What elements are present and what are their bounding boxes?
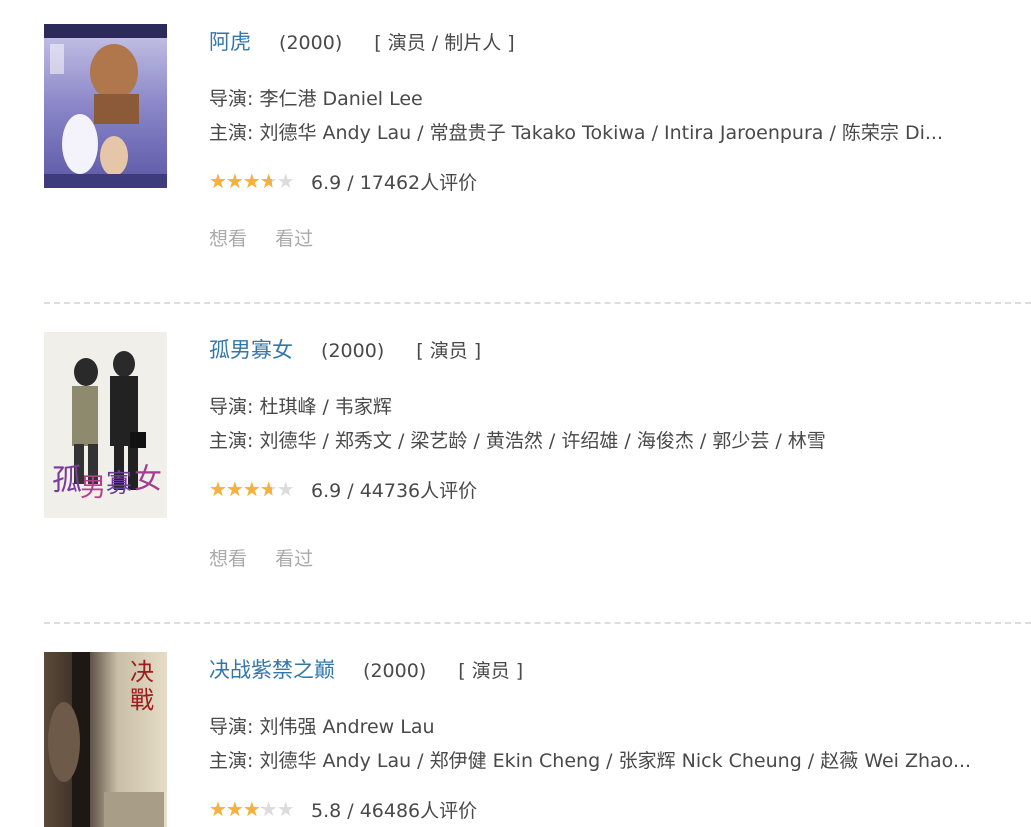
rating-stars-icon: ★★★★★★★★★★: [209, 796, 295, 821]
seen-button[interactable]: 看过: [275, 228, 313, 250]
movie-cast: 主演: 刘德华 Andy Lau / 郑伊健 Ekin Cheng / 张家辉 …: [209, 750, 972, 772]
svg-text:决: 决: [130, 658, 154, 686]
title-line: 决战紫禁之巅 (2000) [ 演员 ]: [209, 654, 523, 684]
movie-director: 导演: 杜琪峰 / 韦家辉: [209, 396, 392, 418]
movie-cast: 主演: 刘德华 Andy Lau / 常盘贵子 Takako Tokiwa / …: [209, 122, 943, 144]
svg-text:孤: 孤: [52, 463, 82, 498]
rating-stars-icon: ★★★★★★★★★★: [209, 168, 295, 193]
movie-poster-3[interactable]: 决 戰: [44, 652, 167, 827]
movie-year: (2000): [321, 340, 385, 362]
svg-text:男: 男: [80, 473, 106, 503]
svg-text:女: 女: [134, 462, 162, 495]
movie-role: [ 演员 ]: [416, 340, 482, 362]
svg-text:寡: 寡: [106, 469, 132, 499]
movie-director: 导演: 李仁港 Daniel Lee: [209, 88, 423, 110]
rating-text: 6.9 / 44736人评价: [311, 480, 478, 502]
title-line: 孤男寡女 (2000) [ 演员 ]: [209, 334, 481, 364]
movie-rating: ★★★★★★★★★★ 6.9 / 44736人评价: [209, 476, 477, 503]
want-to-see-button[interactable]: 想看: [209, 228, 247, 250]
movie-rating: ★★★★★★★★★★ 5.8 / 46486人评价: [209, 796, 477, 823]
movie-title-link[interactable]: 孤男寡女: [209, 338, 293, 362]
movie-actions: 想看 看过: [209, 224, 313, 251]
rating-text: 6.9 / 17462人评价: [311, 172, 478, 194]
movie-year: (2000): [363, 660, 427, 682]
movie-poster-1[interactable]: [44, 24, 167, 188]
movie-actions: 想看 看过: [209, 544, 313, 571]
seen-button[interactable]: 看过: [275, 548, 313, 570]
movie-title-link[interactable]: 阿虎: [209, 30, 251, 54]
title-line: 阿虎 (2000) [ 演员 / 制片人 ]: [209, 26, 515, 56]
movie-year: (2000): [279, 32, 343, 54]
want-to-see-button[interactable]: 想看: [209, 548, 247, 570]
svg-text:戰: 戰: [130, 686, 154, 714]
movie-director: 导演: 刘伟强 Andrew Lau: [209, 716, 435, 738]
movie-role: [ 演员 / 制片人 ]: [374, 32, 515, 54]
movie-role: [ 演员 ]: [458, 660, 524, 682]
item-divider: [44, 302, 1031, 304]
movie-rating: ★★★★★★★★★★ 6.9 / 17462人评价: [209, 168, 477, 195]
item-divider: [44, 622, 1031, 624]
movie-cast: 主演: 刘德华 / 郑秀文 / 梁艺龄 / 黄浩然 / 许绍雄 / 海俊杰 / …: [209, 430, 826, 452]
movie-poster-2[interactable]: 孤 男 寡 女: [44, 332, 167, 518]
rating-text: 5.8 / 46486人评价: [311, 800, 478, 822]
rating-stars-icon: ★★★★★★★★★★: [209, 476, 295, 501]
movie-title-link[interactable]: 决战紫禁之巅: [209, 658, 335, 682]
